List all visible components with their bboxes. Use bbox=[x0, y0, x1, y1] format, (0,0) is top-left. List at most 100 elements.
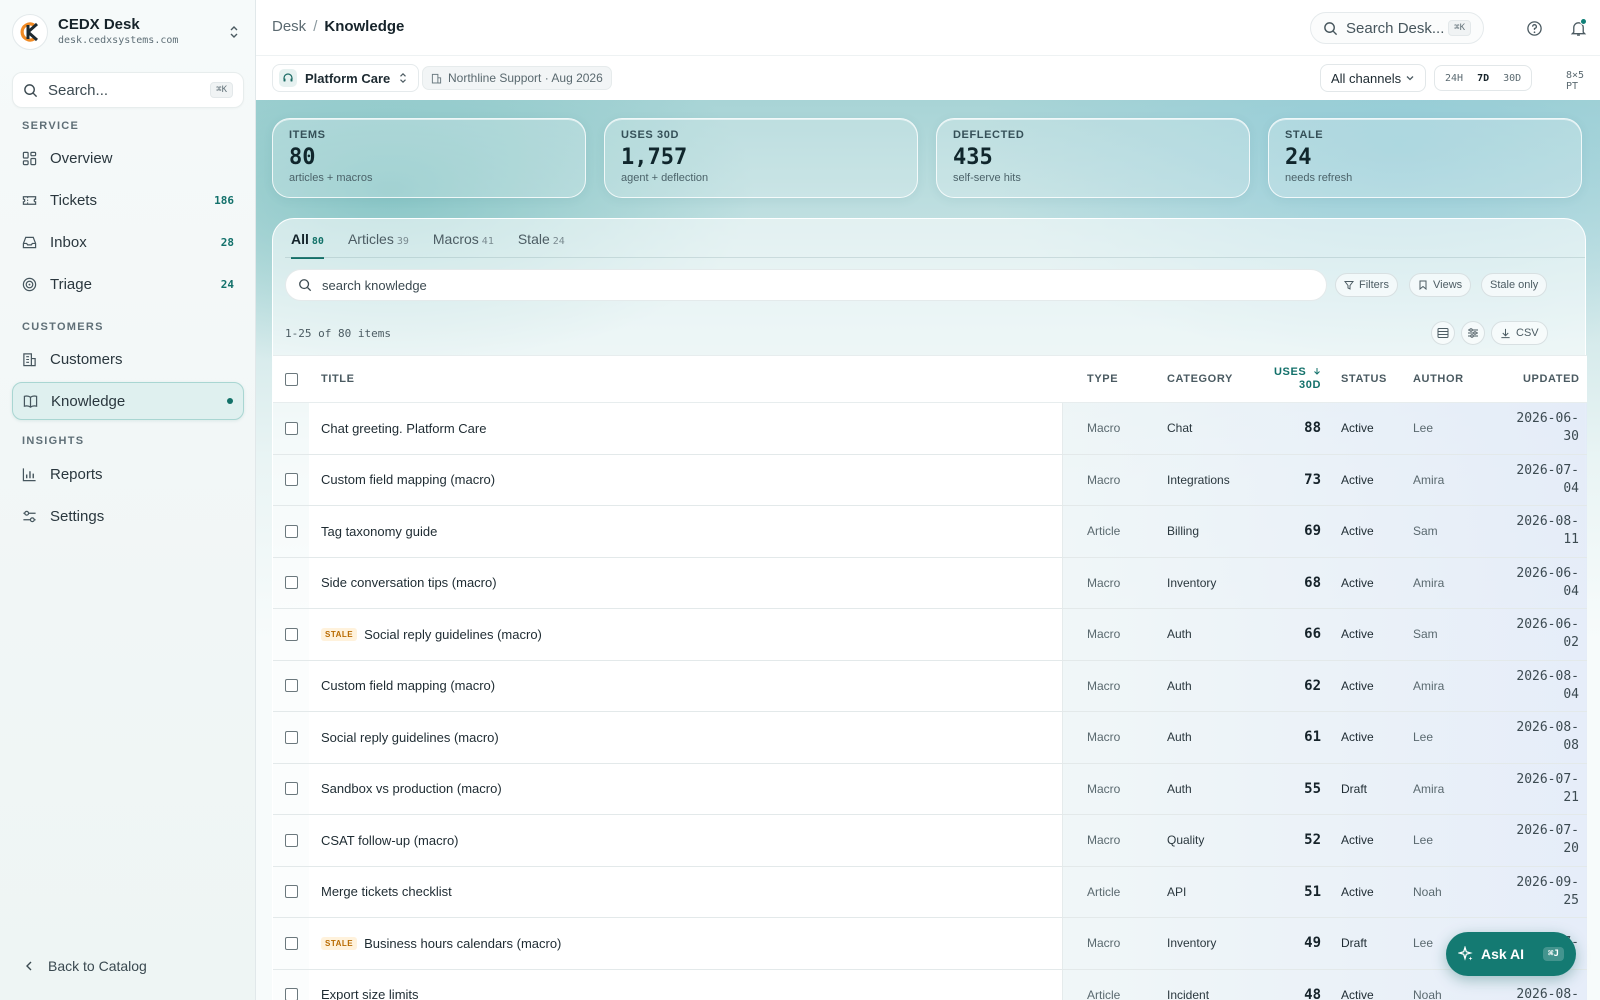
sidebar-item-knowledge[interactable]: Knowledge bbox=[12, 382, 244, 420]
column-title[interactable]: TITLE bbox=[321, 373, 355, 385]
row-title-cell[interactable]: Tag taxonomy guide bbox=[309, 506, 1063, 557]
table-row[interactable]: CSAT follow-up (macro) Macro Quality 52 Acti… bbox=[273, 815, 1587, 867]
row-title-cell[interactable]: STALE Social reply guidelines (macro) bbox=[309, 609, 1063, 660]
columns-button[interactable] bbox=[1461, 321, 1485, 345]
row-title-cell[interactable]: CSAT follow-up (macro) bbox=[309, 815, 1063, 866]
table-row[interactable]: Sandbox vs production (macro) Macro Auth 55… bbox=[273, 763, 1587, 815]
row-checkbox[interactable] bbox=[285, 627, 298, 641]
row-author: Amira bbox=[1413, 678, 1445, 693]
column-author[interactable]: AUTHOR bbox=[1413, 373, 1464, 385]
table-row[interactable]: Side conversation tips (macro) Macro Inven… bbox=[273, 557, 1587, 609]
column-updated[interactable]: UPDATED bbox=[1523, 373, 1579, 385]
sidebar-item-triage[interactable]: Triage 24 bbox=[12, 265, 244, 303]
table-row[interactable]: Merge tickets checklist Article API 51 Activ… bbox=[273, 866, 1587, 918]
tab-macros[interactable]: Macros 41 bbox=[433, 231, 494, 259]
row-title-cell[interactable]: Custom field mapping (macro) bbox=[309, 660, 1063, 711]
table-row[interactable]: Export size limits Article Incident 48 Activ… bbox=[273, 969, 1587, 1000]
back-to-catalog-link[interactable]: Back to Catalog bbox=[22, 958, 147, 974]
row-title-cell[interactable]: Side conversation tips (macro) bbox=[309, 557, 1063, 608]
density-button[interactable] bbox=[1431, 321, 1455, 345]
column-type[interactable]: TYPE bbox=[1087, 373, 1118, 385]
range-7d[interactable]: 7D bbox=[1470, 69, 1496, 88]
row-checkbox[interactable] bbox=[285, 421, 298, 435]
row-checkbox[interactable] bbox=[285, 782, 298, 796]
sidebar-search[interactable]: Search... ⌘K bbox=[12, 72, 244, 108]
sidebar-item-label: Settings bbox=[50, 507, 105, 525]
export-csv-button[interactable]: CSV bbox=[1491, 321, 1548, 345]
row-checkbox[interactable] bbox=[285, 988, 298, 1000]
sidebar-item-settings[interactable]: Settings bbox=[12, 497, 244, 535]
row-checkbox[interactable] bbox=[285, 524, 298, 538]
row-checkbox[interactable] bbox=[285, 885, 298, 899]
table-row[interactable]: STALE Business hours calendars (macro) Mac… bbox=[273, 918, 1587, 970]
book-icon bbox=[23, 393, 39, 409]
knowledge-search-input[interactable]: search knowledge bbox=[285, 269, 1327, 301]
row-type: Macro bbox=[1087, 472, 1121, 487]
help-icon[interactable] bbox=[1524, 18, 1544, 38]
global-search[interactable]: Search Desk... ⌘K bbox=[1310, 12, 1484, 44]
breadcrumb-root[interactable]: Desk bbox=[272, 18, 306, 35]
sidebar-item-reports[interactable]: Reports bbox=[12, 455, 244, 493]
nav-section-insights: INSIGHTS bbox=[22, 435, 85, 447]
table-row[interactable]: Chat greeting. Platform Care Macro Chat 88 A… bbox=[273, 403, 1587, 455]
sidebar: CEDX Desk desk.cedxsystems.com Search...… bbox=[0, 0, 256, 1000]
ask-ai-label: Ask AI bbox=[1481, 946, 1525, 962]
pagination-count: 1-25 of 80 items bbox=[285, 327, 391, 340]
row-updated-part2: 02 bbox=[1563, 635, 1579, 651]
sidebar-item-inbox[interactable]: Inbox 28 bbox=[12, 223, 244, 261]
row-checkbox[interactable] bbox=[285, 730, 298, 744]
column-status[interactable]: STATUS bbox=[1341, 373, 1387, 385]
row-title-cell[interactable]: Merge tickets checklist bbox=[309, 866, 1063, 917]
stat-value: 1,757 bbox=[621, 145, 688, 170]
sidebar-item-label: Overview bbox=[50, 149, 113, 167]
table-row[interactable]: Custom field mapping (macro) Macro Integra… bbox=[273, 454, 1587, 506]
ask-ai-button[interactable]: Ask AI ⌘J bbox=[1446, 932, 1576, 976]
channel-select[interactable]: All channels bbox=[1320, 64, 1426, 92]
search-icon bbox=[299, 279, 312, 292]
row-title-cell[interactable]: Social reply guidelines (macro) bbox=[309, 712, 1063, 763]
tab-articles[interactable]: Articles 39 bbox=[348, 231, 409, 259]
column-uses-30d[interactable]: USES 30D bbox=[1263, 366, 1321, 392]
workspace-switcher[interactable]: CEDX Desk desk.cedxsystems.com bbox=[12, 12, 244, 52]
stale-only-toggle[interactable]: Stale only bbox=[1481, 273, 1548, 297]
stat-subtext: articles + macros bbox=[289, 172, 373, 184]
row-checkbox[interactable] bbox=[285, 833, 298, 847]
row-checkbox[interactable] bbox=[285, 473, 298, 487]
row-title-cell[interactable]: Custom field mapping (macro) bbox=[309, 454, 1063, 505]
row-updated: 2026-08- 11 bbox=[1503, 513, 1579, 549]
select-all-checkbox[interactable] bbox=[285, 372, 298, 386]
range-24h[interactable]: 24H bbox=[1438, 69, 1470, 88]
row-updated-part2: 21 bbox=[1563, 789, 1579, 805]
filters-button[interactable]: Filters bbox=[1335, 273, 1398, 297]
search-icon bbox=[24, 83, 38, 97]
stat-label: ITEMS bbox=[289, 129, 326, 141]
sidebar-item-overview[interactable]: Overview bbox=[12, 139, 244, 177]
row-checkbox[interactable] bbox=[285, 679, 298, 693]
tab-stale[interactable]: Stale 24 bbox=[518, 231, 565, 259]
chevron-up-down-icon bbox=[400, 73, 407, 83]
row-title: Sandbox vs production (macro) bbox=[321, 781, 502, 797]
sidebar-item-tickets[interactable]: Tickets 186 bbox=[12, 181, 244, 219]
table-row[interactable]: Custom field mapping (macro) Macro Auth 62 A… bbox=[273, 660, 1587, 712]
views-button[interactable]: Views bbox=[1409, 273, 1472, 297]
row-title-cell[interactable]: Export size limits bbox=[309, 969, 1063, 1000]
column-category[interactable]: CATEGORY bbox=[1167, 373, 1233, 385]
row-updated-part2: 30 bbox=[1563, 429, 1579, 445]
row-checkbox[interactable] bbox=[285, 936, 298, 950]
table-row[interactable]: Tag taxonomy guide Article Billing 69 Active… bbox=[273, 506, 1587, 558]
sidebar-item-customers[interactable]: Customers bbox=[12, 340, 244, 378]
row-checkbox[interactable] bbox=[285, 576, 298, 590]
row-updated: 2026-08- 08 bbox=[1503, 719, 1579, 755]
row-title-cell[interactable]: Sandbox vs production (macro) bbox=[309, 763, 1063, 814]
row-title-cell[interactable]: STALE Business hours calendars (macro) bbox=[309, 918, 1063, 969]
sparkle-icon bbox=[1458, 946, 1473, 961]
table-row[interactable]: Social reply guidelines (macro) Macro Auth… bbox=[273, 712, 1587, 764]
row-category: Integrations bbox=[1167, 472, 1230, 487]
knowledge-panel: All 80 Articles 39 Macros 41 Stale 24 search… bbox=[272, 218, 1587, 1000]
tab-all[interactable]: All 80 bbox=[291, 231, 324, 259]
row-title-cell[interactable]: Chat greeting. Platform Care bbox=[309, 403, 1063, 454]
bell-icon[interactable] bbox=[1568, 18, 1588, 38]
table-row[interactable]: STALE Social reply guidelines (macro) Macr… bbox=[273, 609, 1587, 661]
range-30d[interactable]: 30D bbox=[1496, 69, 1528, 88]
workspace-select[interactable]: Platform Care bbox=[272, 64, 420, 92]
